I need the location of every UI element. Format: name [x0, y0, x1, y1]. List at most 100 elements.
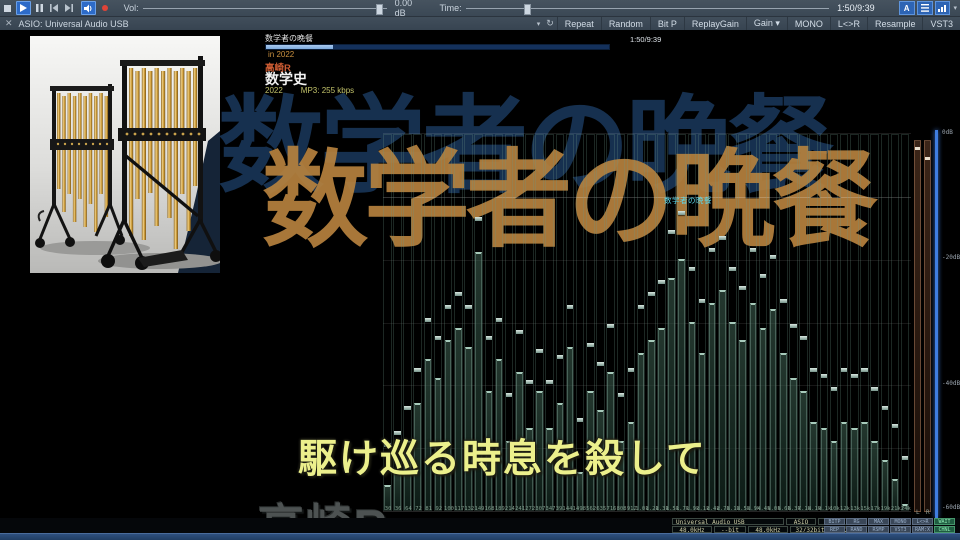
frequency-tick-label: 808	[616, 506, 627, 512]
spectrum-band-fill	[810, 422, 817, 510]
spectrum-band-fill	[769, 308, 777, 510]
spectrum-band	[779, 134, 788, 511]
spectrum-band-peak	[881, 405, 889, 410]
spectrum-band-peak	[780, 298, 787, 303]
previous-button[interactable]	[48, 2, 61, 14]
track-time-display: 1:50/9:39	[630, 35, 662, 44]
frequency-tick-label: 241	[515, 506, 526, 512]
spectrum-band	[860, 134, 869, 511]
frequency-tick-label: 347	[545, 506, 556, 512]
pause-icon	[35, 4, 43, 12]
indicator-l-r[interactable]: L<>R	[912, 518, 933, 525]
status-driver: ASIO	[786, 518, 816, 525]
spectrum-band-peak	[607, 323, 614, 328]
refresh-icon[interactable]: ↻	[546, 18, 554, 29]
dsp-button-repeat[interactable]: Repeat	[556, 17, 601, 30]
spectrum-band-peak	[759, 273, 767, 278]
spectrum-band-peak	[790, 323, 797, 328]
spectrum-band-peak	[820, 374, 828, 379]
dsp-button-vst3[interactable]: VST3	[922, 17, 960, 30]
mute-button[interactable]	[80, 1, 96, 15]
view-dropdown-icon[interactable]: ▾	[953, 4, 957, 12]
spectrum-view-button[interactable]	[934, 1, 951, 15]
spectrum-band-peak	[485, 336, 493, 341]
indicator-mono[interactable]: MONO	[890, 518, 911, 525]
indicator-rg[interactable]: RG	[846, 518, 867, 525]
indicator-chnl[interactable]: CHNL	[934, 526, 955, 533]
frequency-tick-label: 391	[555, 506, 566, 512]
frequency-tick-label: 189	[494, 506, 505, 512]
next-button[interactable]	[63, 2, 76, 14]
spectrum-band	[758, 134, 768, 511]
frequency-tick-label: 214	[504, 506, 515, 512]
spectrum-band	[870, 134, 879, 511]
volume-slider[interactable]	[142, 3, 387, 15]
frequency-tick-label: 272	[525, 506, 536, 512]
spectrum-band-peak	[729, 267, 736, 272]
track-progress-bar[interactable]	[265, 44, 610, 50]
indicator-ram-x[interactable]: RAM:X	[912, 526, 933, 533]
frequency-tick-label: 635	[596, 506, 607, 512]
dsp-button-replaygain[interactable]: ReplayGain	[683, 17, 746, 30]
main-visualization-area: 数学者の晩餐 1:50/9:39 in 2022 高崎R 数学史 2022 MP3…	[0, 30, 960, 540]
playlist-icon	[920, 4, 929, 12]
frequency-tick-label: 17k	[870, 506, 881, 512]
frequency-tick-label: 117	[454, 506, 465, 512]
indicator-vst3[interactable]: VST3	[890, 526, 911, 533]
spectrum-band	[829, 134, 839, 511]
db-tick-label: 0dB	[942, 129, 953, 136]
seek-handle[interactable]	[524, 4, 532, 15]
dsp-button-resample[interactable]: Resample	[866, 17, 923, 30]
spectrum-band-peak	[840, 367, 848, 372]
indicator-max[interactable]: MAX	[868, 518, 889, 525]
spectrum-band-fill	[780, 352, 787, 510]
dsp-button-mono[interactable]: MONO	[786, 17, 830, 30]
pause-button[interactable]	[33, 2, 46, 14]
record-icon[interactable]	[101, 5, 108, 11]
spectrum-band-fill	[729, 321, 736, 510]
spectrum-band-peak	[597, 361, 604, 366]
spectrum-band-peak	[516, 330, 523, 335]
frequency-tick-label: 498	[576, 506, 586, 512]
spectrum-band-peak	[688, 267, 696, 272]
spectrum-band	[768, 134, 778, 511]
spectrum-band-peak	[648, 292, 655, 297]
playlist-view-button[interactable]	[916, 1, 933, 15]
frequency-tick-label: 24k	[900, 506, 911, 512]
now-playing-title: 数学者の晩餐	[265, 34, 313, 43]
volume-handle[interactable]	[376, 4, 384, 15]
spectrum-band	[748, 134, 758, 511]
frequency-tick-label: 307	[535, 506, 546, 512]
indicator-rsmp[interactable]: RSMP	[868, 526, 889, 533]
indicator-bitp[interactable]: BITP	[824, 518, 845, 525]
spectrum-band	[900, 134, 910, 511]
lyrics-line: 駆け巡る時息を殺して	[298, 438, 707, 481]
spectrum-band-peak	[434, 336, 442, 341]
spectrum-band-peak	[901, 455, 909, 460]
close-icon[interactable]: ✕	[5, 18, 13, 29]
speaker-icon	[83, 4, 92, 12]
spectrum-band-peak	[404, 405, 411, 410]
stop-button[interactable]	[1, 2, 14, 14]
dsp-button-l-r[interactable]: L<>R	[829, 17, 867, 30]
dsp-button-random[interactable]: Random	[600, 17, 650, 30]
spectrum-band	[707, 134, 717, 511]
volume-db-value: 0.00 dB	[394, 0, 413, 18]
indicator-rep[interactable]: REP	[824, 526, 845, 533]
spectrum-band-peak	[455, 292, 462, 297]
output-dropdown-icon[interactable]: ▾	[537, 20, 541, 28]
frequency-tick-label: 19k	[880, 506, 891, 512]
indicator-rand[interactable]: RAND	[846, 526, 867, 533]
spectrum-band-peak	[800, 336, 807, 341]
volume-track	[142, 8, 387, 9]
play-icon	[20, 4, 28, 12]
spectrum-band-fill	[861, 422, 868, 510]
seek-slider[interactable]	[465, 3, 830, 15]
dsp-button-gain-[interactable]: Gain ▾	[745, 17, 787, 30]
play-button[interactable]	[15, 1, 31, 15]
spectrum-band-peak	[749, 248, 757, 253]
frequency-tick-label: 92	[435, 506, 443, 512]
text-view-button[interactable]: A	[898, 1, 915, 15]
indicator-wait[interactable]: WAIT	[934, 518, 955, 525]
dsp-button-bit-p[interactable]: Bit P	[649, 17, 684, 30]
